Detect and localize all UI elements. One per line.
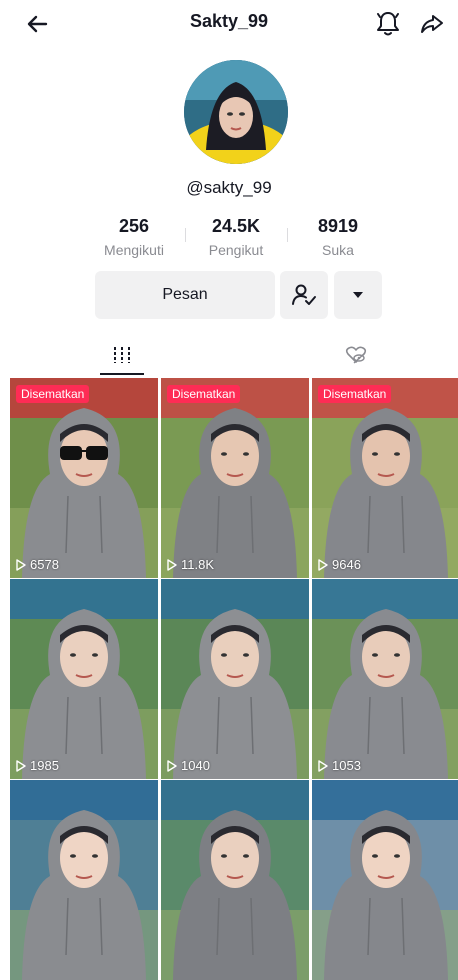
video-frame (10, 780, 158, 980)
view-count-label: 1053 (332, 758, 361, 773)
message-button[interactable]: Pesan (95, 271, 275, 319)
add-friend-button[interactable] (280, 271, 328, 319)
top-bar: Sakty_99 (0, 0, 458, 46)
view-count-label: 1985 (30, 758, 59, 773)
more-options-button[interactable] (334, 271, 382, 319)
video-thumbnail[interactable]: 1040 (161, 579, 309, 779)
dropdown-icon (353, 292, 363, 298)
stat-followers[interactable]: 24.5K Pengikut (186, 216, 286, 258)
video-thumbnail[interactable] (10, 780, 158, 980)
pinned-badge: Disematkan (167, 385, 241, 403)
active-tab-indicator (100, 373, 144, 375)
play-icon (318, 558, 328, 571)
tab-liked[interactable] (334, 333, 378, 377)
video-thumbnail[interactable]: Disematkan 11.8K (161, 378, 309, 578)
view-count: 1985 (16, 758, 59, 773)
video-thumbnail[interactable] (161, 780, 309, 980)
add-friend-icon (292, 284, 316, 305)
video-frame (161, 780, 309, 980)
view-count: 11.8K (167, 557, 214, 572)
view-count-label: 9646 (332, 557, 361, 572)
stat-following-value: 256 (118, 216, 150, 236)
grid-videos-icon (114, 347, 130, 363)
stat-likes-value: 8919 (317, 216, 359, 236)
video-frame (312, 579, 458, 779)
video-thumbnail[interactable]: 1985 (10, 579, 158, 779)
pinned-badge: Disematkan (318, 385, 392, 403)
stat-following-label: Mengikuti (104, 242, 164, 258)
tab-videos[interactable] (100, 333, 144, 377)
share-icon[interactable] (418, 10, 446, 38)
stat-followers-value: 24.5K (211, 216, 261, 236)
video-thumbnail[interactable]: 1053 (312, 579, 458, 779)
video-frame (161, 579, 309, 779)
liked-hidden-icon (345, 346, 367, 364)
stat-followers-label: Pengikut (208, 242, 264, 258)
stat-following[interactable]: 256 Mengikuti (84, 216, 184, 258)
video-frame (312, 378, 458, 578)
view-count-label: 11.8K (181, 557, 215, 572)
profile-handle: @sakty_99 (186, 178, 272, 197)
video-frame (161, 378, 309, 578)
stat-likes[interactable]: 8919 Suka (288, 216, 388, 258)
profile-tabs (0, 333, 458, 377)
view-count: 1040 (167, 758, 210, 773)
video-frame (312, 780, 458, 980)
play-icon (167, 759, 177, 772)
video-frame (10, 579, 158, 779)
view-count: 1053 (318, 758, 361, 773)
pinned-badge: Disematkan (16, 385, 90, 403)
video-thumbnail[interactable]: Disematkan 9646 (312, 378, 458, 578)
view-count-label: 1040 (181, 758, 210, 773)
play-icon (167, 558, 177, 571)
avatar[interactable] (184, 60, 288, 164)
bell-icon[interactable] (374, 8, 402, 38)
play-icon (16, 558, 26, 571)
video-thumbnail[interactable]: Disematkan 6578 (10, 378, 158, 578)
stat-likes-label: Suka (322, 242, 354, 258)
play-icon (318, 759, 328, 772)
view-count-label: 6578 (30, 557, 59, 572)
view-count: 6578 (16, 557, 59, 572)
view-count: 9646 (318, 557, 361, 572)
play-icon (16, 759, 26, 772)
video-thumbnail[interactable] (312, 780, 458, 980)
video-frame (10, 378, 158, 578)
